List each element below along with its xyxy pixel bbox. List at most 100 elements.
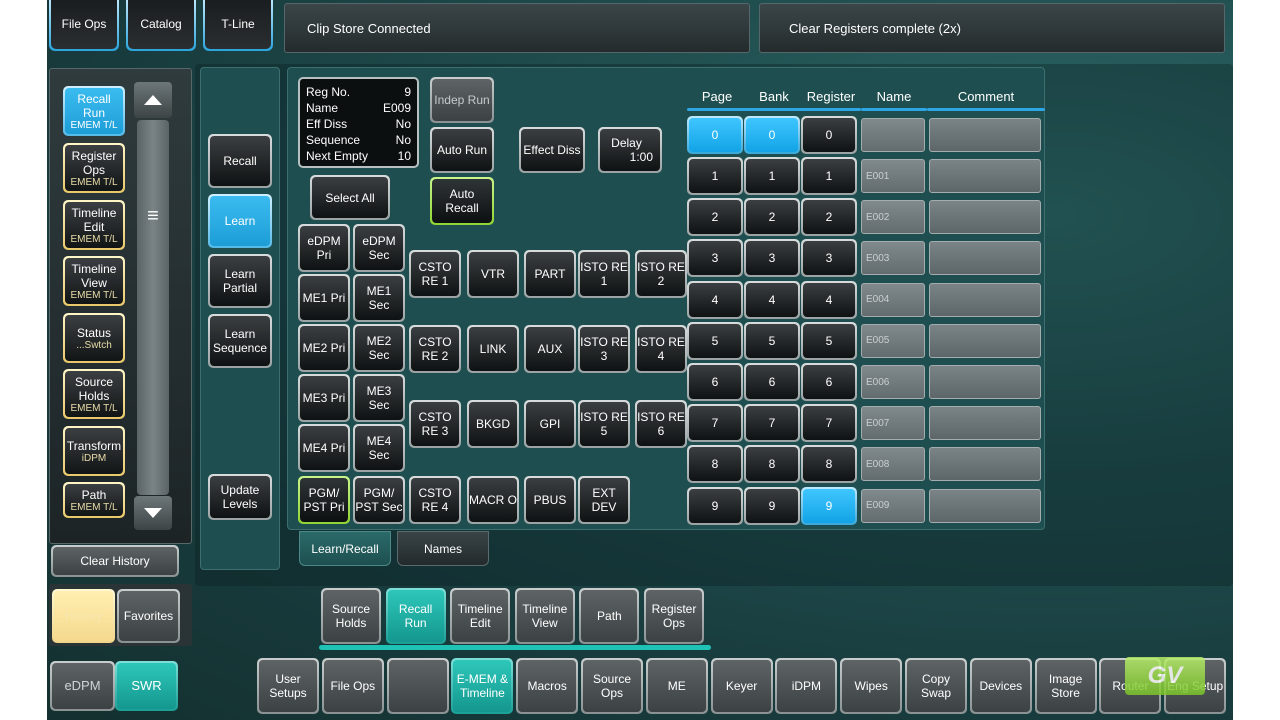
bank-button[interactable]: 1 <box>744 157 800 195</box>
tab-names[interactable]: Names <box>397 531 489 566</box>
register-button[interactable]: 1 <box>801 157 857 195</box>
bottom-menu-button[interactable]: Source Ops <box>581 658 643 714</box>
register-name-cell[interactable]: E007 <box>861 406 925 441</box>
level-button[interactable]: LINK <box>467 325 519 373</box>
bottom-menu-button[interactable]: iDPM <box>775 658 838 714</box>
page-button[interactable]: 2 <box>687 198 743 237</box>
level-button[interactable]: ME1 Sec <box>353 274 405 322</box>
level-button[interactable]: ME2 Sec <box>353 324 405 372</box>
update-levels-button[interactable]: Update Levels <box>208 474 272 520</box>
register-name-cell[interactable]: E002 <box>861 200 925 235</box>
history-item[interactable]: Status ...Swtch <box>63 313 125 363</box>
bank-select-button[interactable]: 0 <box>744 116 800 154</box>
level-button[interactable]: ME3 Pri <box>298 374 350 422</box>
level-button[interactable]: VTR <box>467 250 519 298</box>
select-all-button[interactable]: Select All <box>310 175 390 220</box>
page-button[interactable]: 8 <box>687 445 743 484</box>
bottom-menu-button[interactable]: E-MEM & Timeline <box>451 658 514 714</box>
register-button[interactable]: 5 <box>801 321 857 360</box>
emem-subtab[interactable]: Path <box>579 588 640 644</box>
bank-button[interactable]: 7 <box>744 404 800 443</box>
register-name-cell[interactable]: E003 <box>861 241 925 276</box>
swr-mode-button[interactable]: SWR <box>115 661 178 711</box>
level-button[interactable]: ME2 Pri <box>298 324 350 372</box>
imagestore-level-button[interactable]: ISTO RE 1 <box>578 250 630 298</box>
bottom-menu-button[interactable]: Wipes <box>840 658 903 714</box>
clipstore-level-button[interactable]: CSTO RE 1 <box>409 250 461 298</box>
scrollbar-track[interactable] <box>137 120 169 495</box>
register-name-cell[interactable]: E006 <box>861 365 925 399</box>
bank-button[interactable]: 3 <box>744 239 800 278</box>
page-button[interactable]: 7 <box>687 404 743 443</box>
imagestore-level-button[interactable]: ISTO RE 3 <box>578 325 630 373</box>
history-item[interactable]: Transform iDPM <box>63 426 125 476</box>
level-button[interactable]: AUX <box>524 325 576 373</box>
history-item[interactable]: Timeline Edit EMEM T/L <box>63 200 125 250</box>
history-item[interactable]: Source Holds EMEM T/L <box>63 369 125 419</box>
bank-button[interactable]: 8 <box>744 445 800 484</box>
comment-cell[interactable] <box>929 118 1041 152</box>
recall-button[interactable]: Recall <box>208 134 272 188</box>
register-name-cell[interactable]: E008 <box>861 447 925 482</box>
scroll-thumb-icon[interactable]: ≡ <box>143 205 163 233</box>
register-button[interactable]: 3 <box>801 239 857 278</box>
scroll-down-button[interactable] <box>134 496 172 530</box>
tab-t-line[interactable]: T-Line <box>203 0 273 51</box>
effect-diss-button[interactable]: Effect Diss <box>519 127 585 173</box>
emem-subtab[interactable]: Timeline Edit <box>450 588 511 644</box>
register-comment-cell[interactable] <box>929 323 1041 358</box>
register-button[interactable]: 8 <box>801 445 857 484</box>
bank-button[interactable]: 6 <box>744 363 800 401</box>
level-button[interactable]: PBUS <box>524 476 576 524</box>
bottom-menu-button[interactable]: ME <box>645 658 708 714</box>
level-button[interactable]: GPI <box>524 400 576 448</box>
level-button[interactable]: eDPM Sec <box>353 224 405 272</box>
imagestore-level-button[interactable]: ISTO RE 5 <box>578 400 630 448</box>
tab-catalog[interactable]: Catalog <box>126 0 196 51</box>
history-item[interactable]: Path EMEM T/L <box>63 482 125 518</box>
register-select-button[interactable]: 0 <box>801 116 857 154</box>
bottom-menu-button[interactable]: User Setups <box>257 658 319 714</box>
learn-sequence-button[interactable]: Learn Sequence <box>208 314 272 368</box>
edpm-mode-button[interactable]: eDPM <box>50 661 115 711</box>
level-button[interactable]: ME4 Sec <box>353 424 405 472</box>
register-button[interactable]: 9 <box>801 486 857 525</box>
delay-button[interactable]: Delay 1:00 <box>598 127 662 173</box>
name-cell[interactable] <box>861 118 925 152</box>
register-comment-cell[interactable] <box>929 200 1041 235</box>
register-name-cell[interactable]: E009 <box>861 488 925 523</box>
register-comment-cell[interactable] <box>929 365 1041 399</box>
bottom-menu-button[interactable]: Keyer <box>710 658 773 714</box>
clipstore-level-button[interactable]: CSTO RE 4 <box>409 476 461 524</box>
emem-subtab[interactable]: Source Holds <box>321 588 381 644</box>
bottom-menu-button[interactable]: File Ops <box>321 658 384 714</box>
register-comment-cell[interactable] <box>929 406 1041 441</box>
auto-recall-button[interactable]: Auto Recall <box>430 177 494 225</box>
bottom-menu-button[interactable] <box>386 658 449 714</box>
page-button[interactable]: 5 <box>687 321 743 360</box>
bank-button[interactable]: 2 <box>744 198 800 237</box>
imagestore-level-button[interactable]: ISTO RE 6 <box>635 400 687 448</box>
imagestore-level-button[interactable]: ISTO RE 2 <box>635 250 687 298</box>
history-item[interactable]: Register Ops EMEM T/L <box>63 143 125 193</box>
favorites-tab[interactable]: Favorites <box>117 589 180 643</box>
history-tab[interactable]: History <box>52 589 115 643</box>
register-comment-cell[interactable] <box>929 282 1041 317</box>
level-button[interactable]: BKGD <box>467 400 519 448</box>
page-button[interactable]: 1 <box>687 157 743 195</box>
tab-file-ops[interactable]: File Ops <box>49 0 119 51</box>
register-comment-cell[interactable] <box>929 241 1041 276</box>
bank-button[interactable]: 5 <box>744 321 800 360</box>
emem-subtab[interactable]: Recall Run <box>385 588 446 644</box>
emem-subtab[interactable]: Timeline View <box>514 588 575 644</box>
register-name-cell[interactable]: E004 <box>861 282 925 317</box>
page-button[interactable]: 9 <box>687 486 743 525</box>
bottom-menu-button[interactable]: Devices <box>969 658 1032 714</box>
level-button[interactable]: MACR O <box>467 476 519 524</box>
clipstore-level-button[interactable]: CSTO RE 2 <box>409 325 461 373</box>
page-button[interactable]: 3 <box>687 239 743 278</box>
history-item[interactable]: Timeline View EMEM T/L <box>63 256 125 306</box>
level-button[interactable]: ME4 Pri <box>298 424 350 472</box>
bank-button[interactable]: 4 <box>744 280 800 319</box>
register-button[interactable]: 2 <box>801 198 857 237</box>
